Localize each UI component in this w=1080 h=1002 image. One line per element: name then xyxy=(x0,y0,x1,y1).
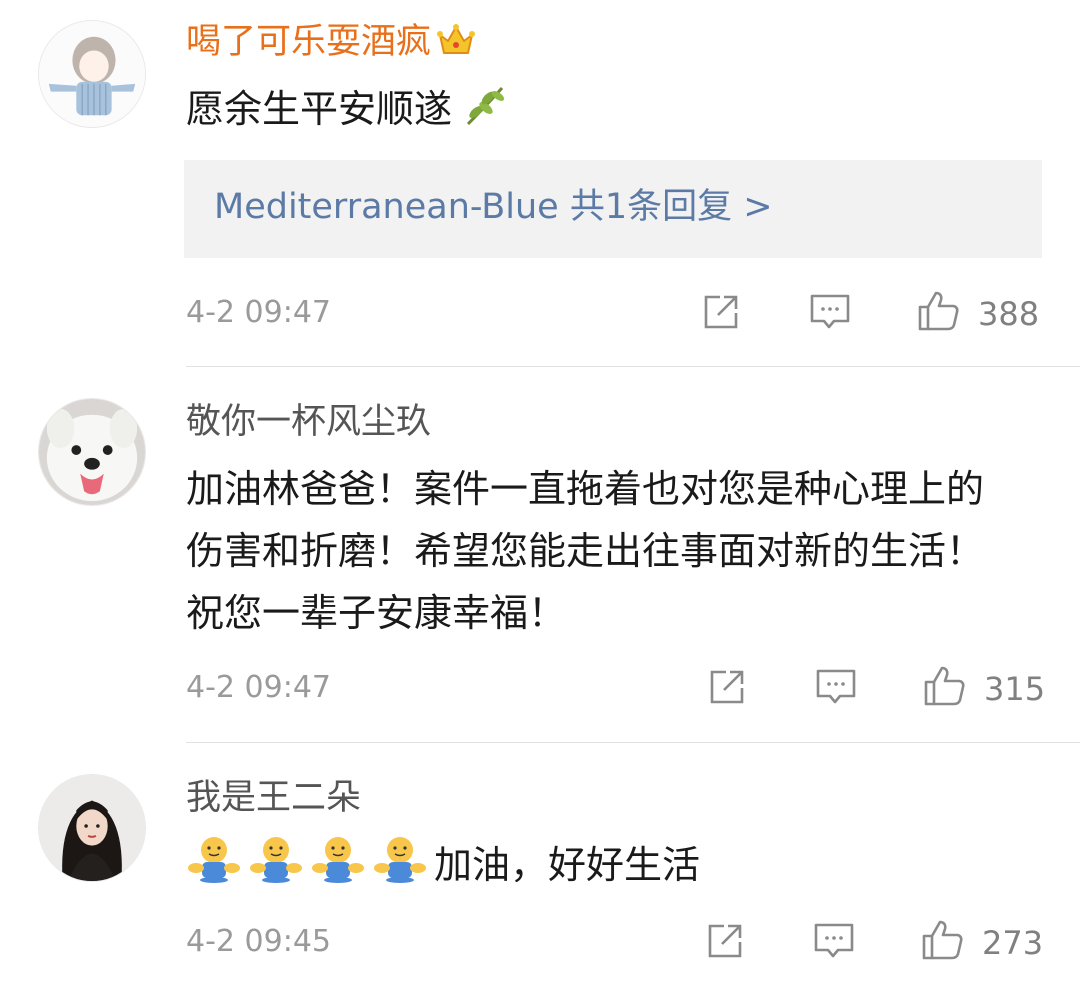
reply-button[interactable] xyxy=(812,920,856,964)
hug-icon xyxy=(186,834,242,904)
hug-icon xyxy=(372,834,428,904)
share-icon xyxy=(708,924,742,958)
hug-icon xyxy=(310,834,366,904)
like-button[interactable] xyxy=(920,918,964,962)
avatar[interactable] xyxy=(38,398,146,506)
share-icon xyxy=(710,670,744,704)
reply-summary[interactable]: Mediterranean-Blue 共1条回复 > xyxy=(184,160,1042,258)
timestamp: 4-2 09:45 xyxy=(186,924,331,959)
avatar[interactable] xyxy=(38,20,146,128)
comment-icon xyxy=(810,294,850,329)
like-button[interactable] xyxy=(922,664,966,708)
username[interactable]: 敬你一杯风尘玖 xyxy=(186,400,431,444)
avatar[interactable] xyxy=(38,774,146,882)
crown-icon xyxy=(437,23,476,68)
share-button[interactable] xyxy=(706,666,748,710)
comment-text: 加油林爸爸！案件一直拖着也对您是种心理上的伤害和折磨！希望您能走出往事面对新的生… xyxy=(186,467,985,635)
comment-icon xyxy=(816,669,856,704)
share-button[interactable] xyxy=(704,920,746,964)
thumbs-up-icon xyxy=(918,291,959,331)
reply-summary-link[interactable]: Mediterranean-Blue 共1条回复 > xyxy=(214,182,773,232)
like-count: 388 xyxy=(978,295,1040,333)
comment-text: 愿余生平安顺遂 xyxy=(186,78,1026,148)
like-count: 315 xyxy=(984,670,1046,708)
thumbs-up-icon xyxy=(922,920,963,960)
reply-button[interactable] xyxy=(814,666,858,710)
like-button[interactable] xyxy=(916,289,960,333)
comment-text: 加油，好好生活 xyxy=(186,834,1026,904)
timestamp: 4-2 09:47 xyxy=(186,670,331,705)
like-count: 273 xyxy=(982,924,1044,962)
divider xyxy=(186,366,1080,367)
timestamp: 4-2 09:47 xyxy=(186,295,331,330)
username[interactable]: 喝了可乐耍酒疯 xyxy=(186,20,476,68)
thumbs-up-icon xyxy=(924,666,965,706)
reply-button[interactable] xyxy=(808,291,852,335)
share-button[interactable] xyxy=(700,291,742,335)
share-icon xyxy=(704,295,738,329)
username[interactable]: 我是王二朵 xyxy=(186,776,361,820)
comment-icon xyxy=(814,923,854,958)
divider xyxy=(186,742,1080,743)
hug-icon xyxy=(248,834,304,904)
olive-branch-icon xyxy=(460,82,508,148)
